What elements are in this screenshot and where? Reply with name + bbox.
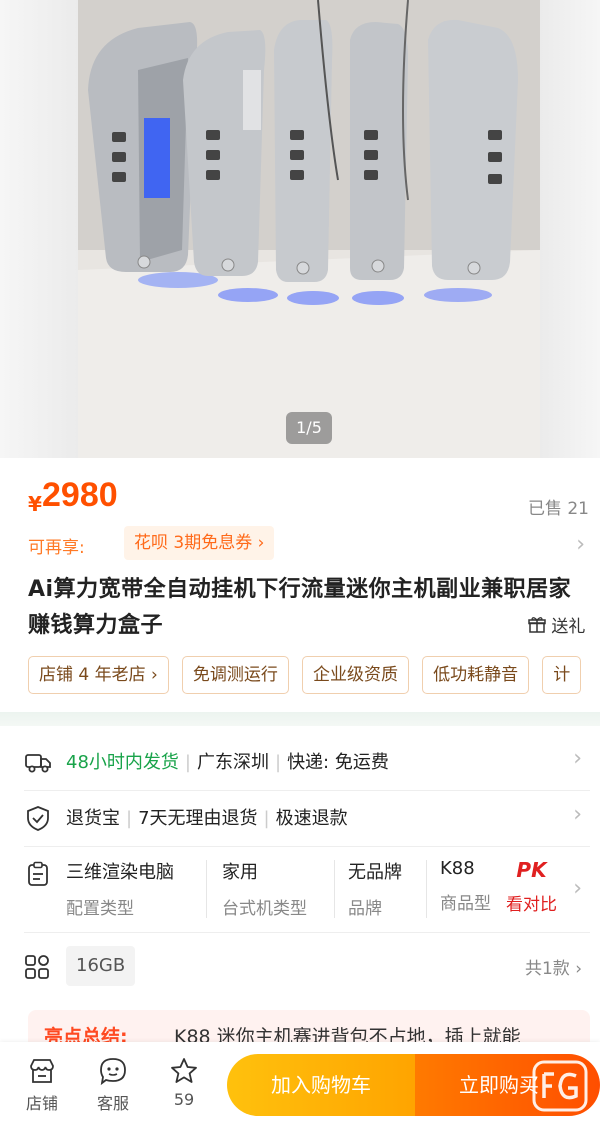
store-button[interactable]: 店铺 <box>14 1056 70 1114</box>
spec-row[interactable]: 三维渲染电脑 配置类型 家用 台式机类型 无品牌 品牌 K88 商品型 PK 看… <box>0 846 600 932</box>
return-name: 退货宝 <box>66 808 120 829</box>
store-icon <box>30 1059 54 1083</box>
add-to-cart-button[interactable]: 加入购物车 <box>227 1054 415 1116</box>
gallery-edge-left <box>0 0 78 458</box>
spec-key: 台式机类型 <box>222 899 307 919</box>
ship-express: 快递: 免运费 <box>287 752 389 773</box>
chevron-right-icon[interactable]: › <box>573 876 582 901</box>
store-label: 店铺 <box>25 1094 58 1113</box>
clipboard-icon <box>24 860 52 892</box>
pk-badge: PK <box>516 858 547 882</box>
customer-service-button[interactable]: 客服 <box>85 1056 141 1114</box>
tag-feature: 低功耗静音 <box>422 656 530 694</box>
currency-symbol: ¥ <box>28 492 42 516</box>
tag-store-age[interactable]: 店铺 4 年老店 › <box>28 656 169 694</box>
huabei-coupon-tag[interactable]: 花呗 3期免息券 › <box>124 526 275 560</box>
favorite-button[interactable]: 59 <box>156 1056 212 1109</box>
truck-icon <box>24 748 52 776</box>
spec-key: 商品型 <box>440 894 491 914</box>
chat-face-icon <box>100 1058 126 1086</box>
tag-feature: 计 <box>542 656 582 694</box>
chevron-right-icon[interactable]: › <box>576 532 585 557</box>
mini-pc-cluster-image <box>78 0 540 458</box>
spec-value: 三维渲染电脑 <box>66 862 174 883</box>
return-policy: 7天无理由退货 <box>138 808 258 829</box>
product-tags: 店铺 4 年老店 › 免调测运行 企业级资质 低功耗静音 计 <box>28 656 600 696</box>
ship-speed: 48小时内发货 <box>66 752 179 773</box>
price-row: ¥ 2980 已售 21 <box>28 474 593 524</box>
service-label: 客服 <box>96 1094 129 1113</box>
coupon-row[interactable]: 可再享: 花呗 3期免息券 › › <box>28 526 593 562</box>
price-value: 2980 <box>42 476 118 514</box>
watermark-logo-icon <box>532 1060 588 1112</box>
row-divider <box>24 932 590 933</box>
image-counter: 1/5 <box>286 412 332 444</box>
chevron-right-icon[interactable]: › <box>573 746 582 771</box>
spec-item: 家用 台式机类型 <box>222 858 342 919</box>
product-photo[interactable] <box>78 0 540 458</box>
tag-feature: 企业级资质 <box>302 656 410 694</box>
ship-origin: 广东深圳 <box>196 752 269 773</box>
spec-key: 配置类型 <box>66 899 134 919</box>
sold-count: 已售 21 <box>527 499 589 519</box>
spec-divider <box>426 860 427 918</box>
variant-chip[interactable]: 16GB <box>66 946 136 986</box>
compare-button[interactable]: PK 看对比 <box>506 858 557 915</box>
tag-feature: 免调测运行 <box>181 656 289 694</box>
spec-item: K88 商品型 <box>440 858 500 914</box>
gallery-edge-right <box>540 0 600 458</box>
gift-icon <box>528 617 551 637</box>
product-title: Ai算力宽带全自动挂机下行流量迷你主机副业兼职居家赚钱算力盒子 <box>28 577 572 638</box>
spec-value: K88 <box>440 858 475 879</box>
spec-divider <box>334 860 335 918</box>
spec-value: 家用 <box>222 862 258 883</box>
variant-count[interactable]: 共1款 › <box>525 954 582 979</box>
shipping-row[interactable]: 48小时内发货 | 广东深圳 | 快递: 免运费 › <box>0 734 600 790</box>
bottom-action-bar: 店铺 客服 59 加入购物车 立即购买 <box>0 1042 600 1145</box>
star-icon <box>171 1058 197 1083</box>
variant-row[interactable]: 16GB 共1款 › <box>0 938 600 996</box>
return-refund: 极速退款 <box>275 808 348 829</box>
gift-button[interactable]: 送礼 <box>528 612 585 637</box>
product-gallery[interactable]: 1/5 <box>0 0 600 458</box>
grid-icon <box>24 954 50 984</box>
returns-row[interactable]: 退货宝 | 7天无理由退货 | 极速退款 › <box>0 790 600 846</box>
spec-item: 三维渲染电脑 配置类型 <box>66 858 186 919</box>
compare-label: 看对比 <box>506 895 557 915</box>
section-divider <box>0 712 600 726</box>
gift-label: 送礼 <box>551 617 586 637</box>
coupon-prefix: 可再享: <box>28 538 85 558</box>
shield-check-icon <box>24 804 52 832</box>
chevron-right-icon[interactable]: › <box>573 802 582 827</box>
spec-divider <box>206 860 207 918</box>
favorite-count: 59 <box>173 1090 195 1109</box>
